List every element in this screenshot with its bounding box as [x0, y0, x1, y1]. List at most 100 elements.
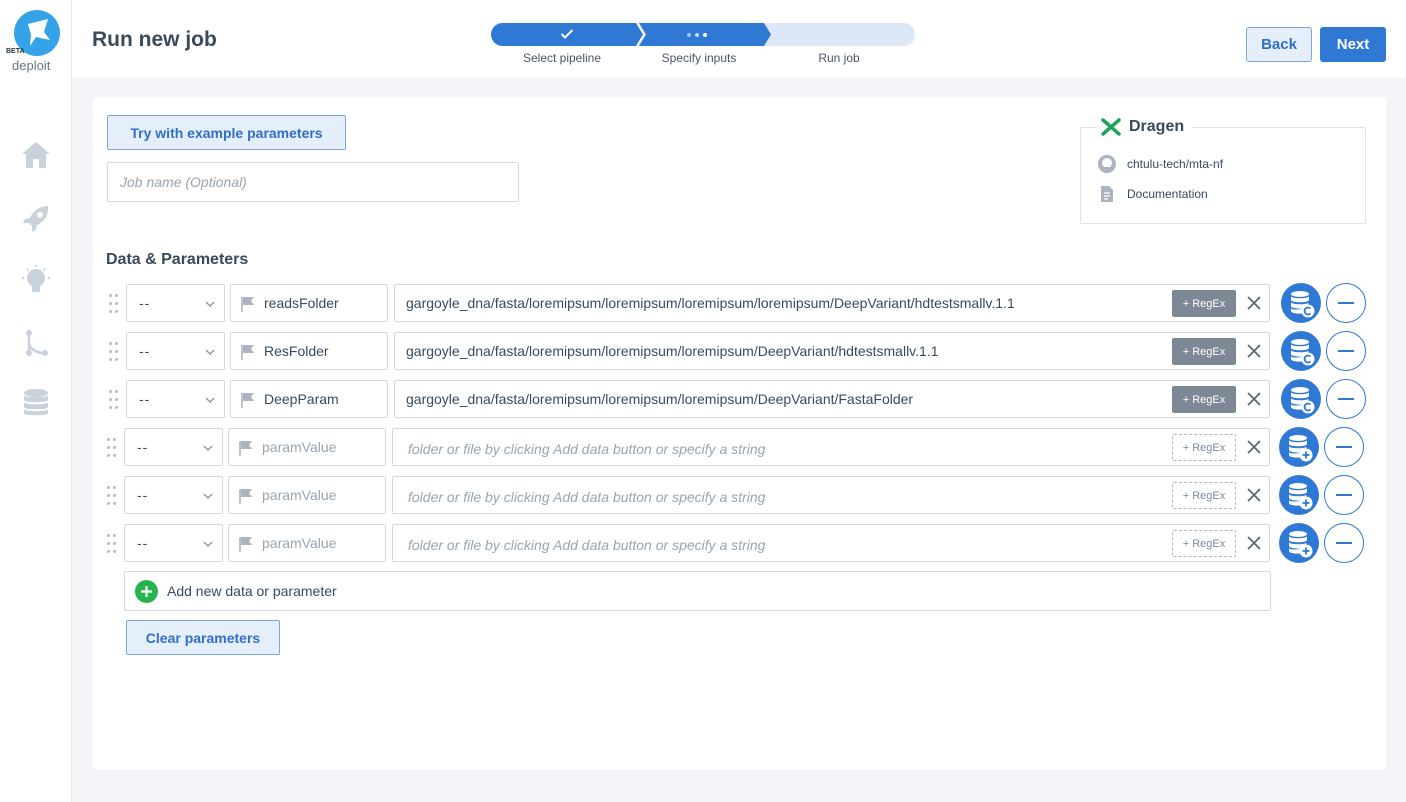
parameter-value-field[interactable]: folder or file by clicking Add data butt… [392, 476, 1270, 514]
pipeline-repo-link[interactable]: chtulu-tech/mta-nf [1097, 154, 1223, 174]
prefix-value: -- [139, 343, 151, 359]
add-data-button[interactable] [1281, 379, 1321, 419]
drag-handle-icon[interactable] [109, 294, 121, 314]
parameter-name-field[interactable]: readsFolder [230, 284, 388, 322]
close-icon[interactable] [1245, 342, 1263, 360]
parameter-value-field[interactable]: gargoyle_dna/fasta/loremipsum/loremipsum… [394, 380, 1270, 418]
prefix-select[interactable]: -- [126, 284, 225, 322]
step-label-specify-inputs: Specify inputs [661, 51, 737, 65]
drag-handle-icon[interactable] [107, 486, 119, 506]
prefix-select[interactable]: -- [124, 428, 223, 466]
flag-icon [239, 489, 252, 504]
flag-icon [239, 441, 252, 456]
prefix-value: -- [139, 391, 151, 407]
flag-icon [241, 297, 254, 312]
prefix-select[interactable]: -- [126, 332, 225, 370]
stepper [491, 22, 915, 47]
database-add-icon [1289, 435, 1313, 462]
drag-handle-icon[interactable] [107, 534, 119, 554]
close-icon[interactable] [1245, 438, 1263, 456]
back-button[interactable]: Back [1246, 27, 1312, 62]
remove-row-button[interactable] [1324, 427, 1364, 467]
drag-handle-icon[interactable] [109, 342, 121, 362]
chevron-down-icon [205, 301, 215, 307]
parameter-value: folder or file by clicking Add data butt… [408, 489, 766, 505]
parameter-name-field[interactable]: paramValue [228, 524, 386, 562]
add-parameter-row[interactable]: Add new data or parameter [124, 571, 1271, 611]
lightbulb-icon[interactable] [20, 264, 52, 296]
parameter-name: DeepParam [264, 391, 339, 407]
parameter-name-field[interactable]: paramValue [228, 476, 386, 514]
clear-parameters-button[interactable]: Clear parameters [126, 620, 280, 655]
prefix-select[interactable]: -- [124, 476, 223, 514]
header: Run new job Select pipeline Specify inpu… [72, 0, 1406, 77]
parameter-value: gargoyle_dna/fasta/loremipsum/loremipsum… [406, 295, 1015, 311]
prefix-select[interactable]: -- [124, 524, 223, 562]
close-icon[interactable] [1245, 534, 1263, 552]
flag-icon [239, 537, 252, 552]
close-icon[interactable] [1245, 390, 1263, 408]
parameter-name-field[interactable]: ResFolder [230, 332, 388, 370]
parameter-name-field[interactable]: DeepParam [230, 380, 388, 418]
close-icon[interactable] [1245, 294, 1263, 312]
regex-button[interactable]: + RegEx [1172, 482, 1236, 509]
parameter-name-field[interactable]: paramValue [228, 428, 386, 466]
parameter-name: paramValue [262, 439, 337, 455]
github-icon [1098, 155, 1116, 173]
drag-handle-icon[interactable] [107, 438, 119, 458]
step-label-run-job: Run job [818, 51, 860, 65]
parameter-value-field[interactable]: folder or file by clicking Add data butt… [392, 524, 1270, 562]
pipeline-info: Dragen chtulu-tech/mta-nf Documentation [1080, 118, 1366, 224]
try-example-button[interactable]: Try with example parameters [107, 115, 346, 150]
remove-row-button[interactable] [1326, 283, 1366, 323]
regex-button[interactable]: + RegEx [1172, 338, 1236, 365]
pipeline-docs-link[interactable]: Documentation [1097, 185, 1208, 203]
next-button[interactable]: Next [1320, 27, 1386, 62]
parameter-value-field[interactable]: gargoyle_dna/fasta/loremipsum/loremipsum… [394, 332, 1270, 370]
pipeline-icon[interactable] [20, 327, 52, 359]
pipeline-name: Dragen [1129, 118, 1185, 135]
database-add-icon [1289, 483, 1313, 510]
regex-button[interactable]: + RegEx [1172, 530, 1236, 557]
regex-button[interactable]: + RegEx [1172, 386, 1236, 413]
chevron-down-icon [203, 493, 213, 499]
add-data-button[interactable] [1279, 427, 1319, 467]
add-data-button[interactable] [1279, 475, 1319, 515]
parameter-value-field[interactable]: folder or file by clicking Add data butt… [392, 428, 1270, 466]
add-parameter-label: Add new data or parameter [167, 583, 337, 599]
add-data-button[interactable] [1281, 283, 1321, 323]
chevron-down-icon [205, 349, 215, 355]
pipeline-docs: Documentation [1127, 187, 1208, 201]
regex-button[interactable]: + RegEx [1172, 434, 1236, 461]
remove-row-button[interactable] [1324, 475, 1364, 515]
parameter-value: folder or file by clicking Add data butt… [408, 441, 766, 457]
database-icon[interactable] [20, 386, 52, 418]
parameter-name: paramValue [262, 487, 337, 503]
remove-row-button[interactable] [1324, 523, 1364, 563]
drag-handle-icon[interactable] [109, 390, 121, 410]
document-icon [1101, 186, 1113, 202]
parameter-value: folder or file by clicking Add data butt… [408, 537, 766, 553]
check-icon [560, 29, 574, 39]
parameter-value-field[interactable]: gargoyle_dna/fasta/loremipsum/loremipsum… [394, 284, 1270, 322]
regex-button[interactable]: + RegEx [1172, 290, 1236, 317]
database-add-icon [1289, 531, 1313, 558]
chevron-down-icon [203, 445, 213, 451]
pipeline-title: Dragen [1097, 118, 1193, 136]
logo[interactable]: BETA deploit [6, 10, 62, 74]
parameter-row: -- ResFolder gargoyle_dna/fasta/loremips… [93, 331, 1386, 372]
prefix-value: -- [137, 487, 149, 503]
job-name-input[interactable] [107, 162, 519, 202]
chevron-down-icon [205, 397, 215, 403]
rocket-icon[interactable] [20, 203, 52, 235]
step-label-select-pipeline: Select pipeline [522, 51, 602, 65]
prefix-select[interactable]: -- [126, 380, 225, 418]
progress-dots-icon [687, 33, 707, 37]
remove-row-button[interactable] [1326, 331, 1366, 371]
add-data-button[interactable] [1279, 523, 1319, 563]
remove-row-button[interactable] [1326, 379, 1366, 419]
add-data-button[interactable] [1281, 331, 1321, 371]
pipeline-logo-icon [1101, 118, 1121, 136]
close-icon[interactable] [1245, 486, 1263, 504]
home-icon[interactable] [20, 139, 52, 171]
